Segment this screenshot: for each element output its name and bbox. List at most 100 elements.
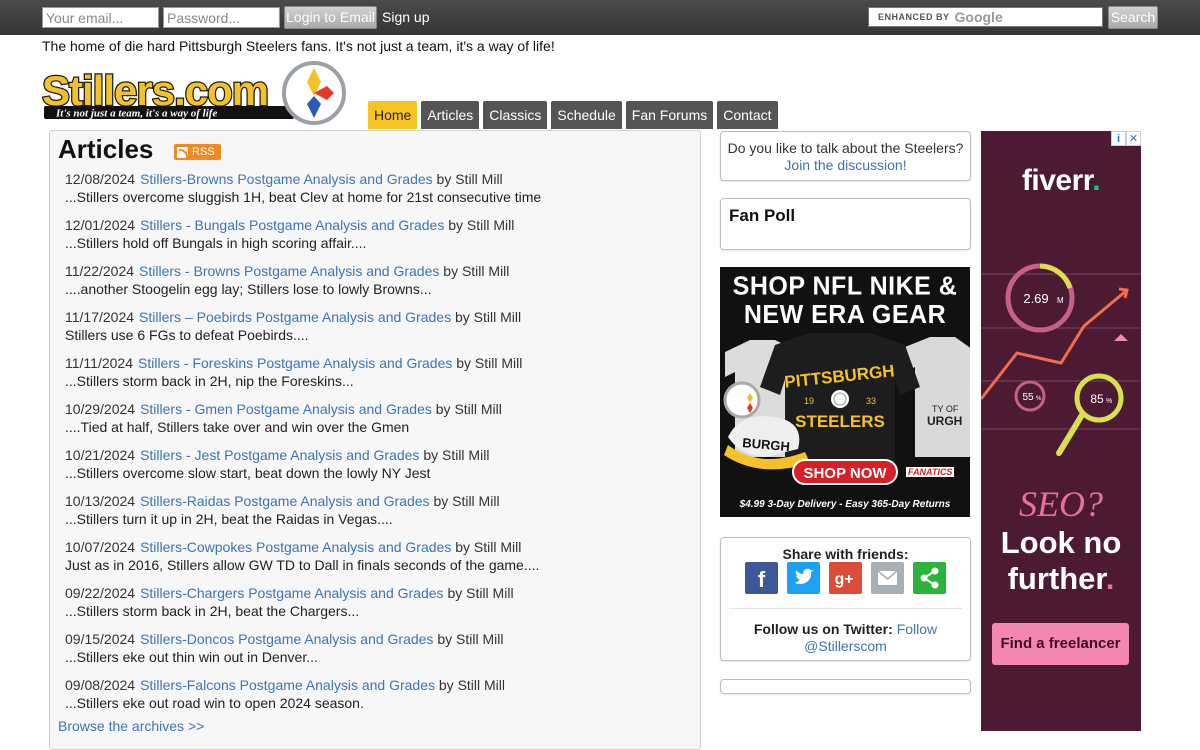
rss-icon (177, 146, 188, 158)
tab-articles[interactable]: Articles (421, 101, 480, 129)
password-field[interactable] (163, 7, 280, 28)
shirt-year-2: 33 (866, 396, 876, 406)
google-logo-text: Google (954, 9, 1003, 25)
look-dot: . (1105, 561, 1115, 596)
list-item: 10/29/2024 Stillers - Gmen Postgame Analy… (65, 400, 685, 446)
search-button[interactable]: Search (1108, 6, 1158, 29)
site-logo[interactable]: Stillers.com It's not just a team, it's … (41, 60, 348, 126)
fiverr-logo: fiverr. (981, 164, 1141, 198)
enhanced-by-label: ENHANCED BY (878, 12, 950, 22)
article-summary: Just as in 2016, Stillers allow GW TD to… (65, 557, 540, 573)
tab-fan-forums[interactable]: Fan Forums (625, 101, 714, 129)
fan-poll-box: Fan Poll (720, 198, 971, 250)
find-freelancer-button[interactable]: Find a freelancer (992, 623, 1129, 665)
article-link[interactable]: Stillers – Poebirds Postgame Analysis an… (139, 309, 451, 325)
ad-choices[interactable]: i ✕ (1111, 131, 1141, 146)
look-line-2: further (1007, 561, 1106, 596)
shirt-year-1: 19 (804, 396, 814, 406)
article-author: by Still Mill (435, 401, 502, 417)
nfl-shop-ad[interactable]: SHOP NFL NIKE & NEW ERA GEAR TY OF URGH … (720, 267, 970, 517)
login-button[interactable]: Login to Email (284, 6, 377, 29)
twitter-follow: Follow us on Twitter: Follow @Stillersco… (721, 621, 970, 655)
article-summary: ...Stillers eke out road win to open 202… (65, 695, 364, 711)
tab-home[interactable]: Home (368, 101, 418, 129)
facebook-icon[interactable]: f (745, 562, 778, 594)
google-plus-icon[interactable]: g+ (829, 562, 862, 594)
article-author: by Still Mill (454, 309, 522, 325)
article-author: by Still Mill (437, 631, 504, 647)
article-author: by Still Mill (443, 263, 510, 279)
fan-poll-title: Fan Poll (729, 206, 796, 225)
shirt-text-steelers: STEELERS (795, 412, 885, 431)
article-summary: ...Stillers hold off Bungals in high sco… (65, 235, 367, 251)
article-author: by Still Mill (423, 447, 490, 463)
twitter-icon[interactable] (787, 562, 820, 594)
article-link[interactable]: Stillers-Raidas Postgame Analysis and Gr… (140, 493, 429, 509)
list-item: 11/11/2024 Stillers - Foreskins Postgame … (65, 354, 685, 400)
tab-schedule[interactable]: Schedule (551, 101, 622, 129)
metric-3-value: 85 (1090, 392, 1104, 406)
article-link[interactable]: Stillers-Chargers Postgame Analysis and … (140, 585, 443, 601)
article-link[interactable]: Stillers - Gmen Postgame Analysis and Gr… (140, 401, 432, 417)
article-summary: ...Stillers overcome sluggish 1H, beat C… (65, 189, 542, 205)
article-link[interactable]: Stillers - Foreskins Postgame Analysis a… (138, 355, 452, 371)
ad-info-icon[interactable]: i (1111, 131, 1126, 146)
article-date: 09/22/2024 (65, 585, 136, 601)
article-link[interactable]: Stillers-Browns Postgame Analysis and Gr… (140, 171, 433, 187)
article-summary: ...Stillers overcome slow start, beat do… (65, 465, 431, 481)
article-summary: ...Stillers turn it up in 2H, beat the R… (65, 511, 393, 527)
article-summary: Stillers use 6 FGs to defeat Poebirds...… (65, 327, 309, 343)
main-nav: Home Articles Classics Schedule Fan Foru… (368, 101, 778, 129)
google-search-input[interactable]: ENHANCED BY Google (868, 7, 1103, 27)
rss-label: RSS (192, 146, 215, 158)
fiverr-ad[interactable]: i ✕ fiverr. 2.69 M 55 % 85 % SEO? Look n… (981, 131, 1141, 731)
signup-link[interactable]: Sign up (382, 9, 429, 25)
article-link[interactable]: Stillers - Bungals Postgame Analysis and… (140, 217, 444, 233)
tab-contact[interactable]: Contact (717, 101, 778, 129)
article-date: 12/01/2024 (65, 217, 136, 233)
article-link[interactable]: Stillers-Doncos Postgame Analysis and Gr… (140, 631, 433, 647)
article-summary: ...Stillers eke out thin win out in Denv… (65, 649, 318, 665)
article-list: 12/08/2024 Stillers-Browns Postgame Analy… (65, 170, 685, 722)
article-date: 10/13/2024 (65, 493, 136, 509)
article-summary: ...Stillers storm back in 2H, nip the Fo… (65, 373, 354, 389)
follow-link[interactable]: Follow (897, 621, 937, 637)
look-no-further-text: Look no further. (981, 525, 1141, 597)
email-field[interactable] (42, 7, 159, 28)
follow-label: Follow us on Twitter: (753, 621, 893, 637)
list-item: 12/08/2024 Stillers-Browns Postgame Analy… (65, 170, 685, 216)
share-divider (729, 608, 962, 609)
ad-close-icon[interactable]: ✕ (1126, 131, 1141, 146)
metric-1-unit: M (1057, 296, 1064, 305)
article-author: by Still Mill (447, 585, 514, 601)
metric-3-unit: % (1106, 398, 1112, 405)
fiverr-brand-text: fiverr (1021, 164, 1093, 197)
page-title: Articles (58, 134, 154, 164)
shop-now-button[interactable]: SHOP NOW (792, 459, 898, 485)
share-icon[interactable] (913, 562, 946, 594)
svg-text:f: f (758, 567, 766, 592)
article-date: 10/21/2024 (65, 447, 136, 463)
article-date: 11/17/2024 (65, 309, 135, 325)
article-author: by Still Mill (448, 217, 515, 233)
top-bar: Login to Email Sign up ENHANCED BY Googl… (0, 0, 1200, 35)
look-line-1: Look no (1000, 525, 1122, 560)
twitter-handle-link[interactable]: @Stillerscom (804, 638, 887, 654)
article-link[interactable]: Stillers-Cowpokes Postgame Analysis and … (140, 539, 451, 555)
email-icon[interactable] (871, 562, 904, 594)
list-item: 10/07/2024 Stillers-Cowpokes Postgame Ana… (65, 538, 685, 584)
join-discussion-link[interactable]: Join the discussion! (784, 157, 906, 173)
article-author: by Still Mill (433, 493, 500, 509)
nfl-ad-footer: $4.99 3-Day Delivery - Easy 365-Day Retu… (739, 499, 951, 510)
list-item: 09/22/2024 Stillers-Chargers Postgame Ana… (65, 584, 685, 630)
list-item: 09/15/2024 Stillers-Doncos Postgame Analy… (65, 630, 685, 676)
article-date: 11/11/2024 (65, 355, 133, 371)
metric-2-unit: % (1036, 396, 1042, 402)
article-link[interactable]: Stillers - Browns Postgame Analysis and … (139, 263, 439, 279)
articles-panel: Articles RSS 12/08/2024 Stillers-Browns P… (49, 130, 701, 750)
article-link[interactable]: Stillers-Falcons Postgame Analysis and G… (140, 677, 435, 693)
browse-archives-link[interactable]: Browse the archives >> (58, 718, 204, 734)
rss-button[interactable]: RSS (174, 144, 221, 160)
tab-classics[interactable]: Classics (483, 101, 548, 129)
article-link[interactable]: Stillers - Jest Postgame Analysis and Gr… (140, 447, 419, 463)
